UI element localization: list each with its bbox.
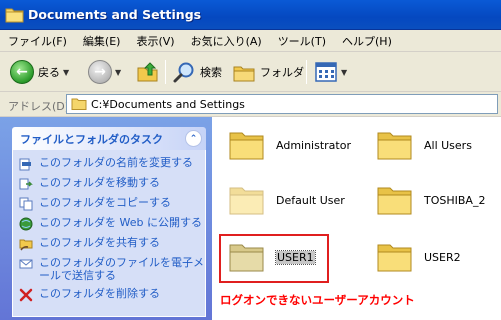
task-list: このフォルダの名前を変更する このフォルダを移動する このフォルダをコピーする bbox=[12, 150, 206, 317]
back-label: 戻る bbox=[38, 66, 60, 79]
folder-icon bbox=[71, 98, 87, 110]
task-title: ファイルとフォルダのタスク bbox=[20, 132, 163, 146]
delete-icon bbox=[19, 288, 33, 302]
toolbar-separator bbox=[165, 60, 166, 84]
chevron-down-icon[interactable]: ▼ bbox=[63, 68, 69, 77]
rename-icon bbox=[19, 158, 31, 171]
folder-name: All Users bbox=[424, 138, 472, 152]
chevron-down-icon[interactable]: ▼ bbox=[115, 68, 121, 77]
folder-item-administrator[interactable]: Administrator bbox=[228, 127, 351, 163]
folder-item-user1[interactable]: USER1 bbox=[228, 239, 316, 275]
email-icon bbox=[19, 259, 33, 269]
search-label: 検索 bbox=[200, 66, 222, 79]
folder-icon bbox=[377, 132, 412, 160]
folder-name: TOSHIBA_2 bbox=[424, 193, 486, 207]
forward-arrow-icon: → bbox=[88, 60, 112, 84]
task-label: このフォルダのファイルを電子メールで送信する bbox=[39, 256, 204, 282]
window-title: Documents and Settings bbox=[28, 7, 202, 22]
task-label: このフォルダを共有する bbox=[39, 236, 160, 249]
folders-button[interactable]: フォルダ bbox=[232, 60, 304, 84]
folders-label: フォルダ bbox=[260, 66, 304, 79]
task-rename[interactable]: このフォルダの名前を変更する bbox=[13, 156, 205, 171]
task-copy[interactable]: このフォルダをコピーする bbox=[13, 196, 205, 211]
search-button[interactable]: 検索 bbox=[172, 60, 222, 84]
move-icon bbox=[19, 178, 33, 190]
folder-item-user2[interactable]: USER2 bbox=[376, 239, 461, 275]
web-publish-icon bbox=[19, 217, 33, 231]
folder-icon bbox=[377, 244, 412, 272]
folder-item-toshiba-2[interactable]: TOSHIBA_2 bbox=[376, 182, 485, 218]
main-area: ファイルとフォルダのタスク ⌃ このフォルダの名前を変更する このフォルダを移動… bbox=[0, 117, 501, 320]
task-label: このフォルダをコピーする bbox=[39, 196, 171, 209]
task-move[interactable]: このフォルダを移動する bbox=[13, 176, 205, 191]
collapse-icon[interactable]: ⌃ bbox=[185, 130, 202, 147]
address-label: アドレス(D) bbox=[8, 100, 70, 113]
back-arrow-icon: ← bbox=[10, 60, 34, 84]
task-email[interactable]: このフォルダのファイルを電子メールで送信する bbox=[13, 256, 205, 282]
address-path: C:¥Documents and Settings bbox=[91, 97, 245, 111]
copy-icon bbox=[19, 197, 33, 211]
menu-favorites[interactable]: お気に入り(A) bbox=[191, 33, 262, 49]
task-label: このフォルダの名前を変更する bbox=[39, 156, 193, 169]
views-button[interactable]: ▼ bbox=[314, 60, 347, 84]
folder-name: USER2 bbox=[424, 250, 461, 264]
folder-item-default-user[interactable]: Default User bbox=[228, 182, 345, 218]
back-button[interactable]: ← 戻る ▼ bbox=[10, 60, 69, 84]
task-delete[interactable]: このフォルダを削除する bbox=[13, 287, 205, 302]
forward-button[interactable]: → ▼ bbox=[88, 60, 121, 84]
task-publish-web[interactable]: このフォルダを Web に公開する bbox=[13, 216, 205, 231]
folder-icon bbox=[229, 244, 264, 272]
folder-item-all-users[interactable]: All Users bbox=[376, 127, 472, 163]
task-label: このフォルダを削除する bbox=[39, 287, 160, 300]
menu-file[interactable]: ファイル(F) bbox=[8, 33, 67, 49]
folder-icon bbox=[229, 132, 264, 160]
address-bar: アドレス(D) C:¥Documents and Settings bbox=[0, 92, 501, 117]
folder-name: Default User bbox=[276, 193, 345, 207]
task-header[interactable]: ファイルとフォルダのタスク ⌃ bbox=[12, 127, 206, 150]
folders-icon bbox=[233, 66, 255, 82]
views-icon bbox=[315, 62, 337, 82]
search-icon bbox=[173, 62, 194, 83]
title-bar: Documents and Settings bbox=[0, 0, 501, 30]
menu-view[interactable]: 表示(V) bbox=[136, 33, 174, 49]
toolbar-separator bbox=[306, 60, 307, 84]
folder-icon bbox=[5, 8, 24, 23]
chevron-down-icon[interactable]: ▼ bbox=[341, 68, 347, 77]
annotation-text: ログオンできないユーザーアカウント bbox=[220, 293, 415, 307]
address-input[interactable]: C:¥Documents and Settings bbox=[66, 94, 498, 114]
toolbar: ← 戻る ▼ → ▼ 検索 フォルダ ▼ bbox=[0, 52, 501, 92]
up-folder-button[interactable] bbox=[136, 60, 160, 84]
file-folder-tasks: ファイルとフォルダのタスク ⌃ このフォルダの名前を変更する このフォルダを移動… bbox=[12, 127, 206, 317]
folder-name: Administrator bbox=[276, 138, 351, 152]
folder-view: Administrator All Users Default User TOS… bbox=[212, 117, 501, 320]
menu-tools[interactable]: ツール(T) bbox=[278, 33, 326, 49]
menu-edit[interactable]: 編集(E) bbox=[83, 33, 121, 49]
menu-help[interactable]: ヘルプ(H) bbox=[342, 33, 392, 49]
folder-name: USER1 bbox=[275, 249, 316, 265]
task-pane: ファイルとフォルダのタスク ⌃ このフォルダの名前を変更する このフォルダを移動… bbox=[0, 117, 212, 320]
folder-icon bbox=[377, 187, 412, 215]
task-share[interactable]: このフォルダを共有する bbox=[13, 236, 205, 251]
task-label: このフォルダを Web に公開する bbox=[39, 216, 202, 229]
folder-icon bbox=[229, 187, 264, 215]
share-icon bbox=[19, 239, 33, 251]
menu-bar: ファイル(F) 編集(E) 表示(V) お気に入り(A) ツール(T) ヘルプ(… bbox=[0, 30, 501, 52]
task-label: このフォルダを移動する bbox=[39, 176, 160, 189]
up-folder-icon bbox=[137, 62, 158, 82]
